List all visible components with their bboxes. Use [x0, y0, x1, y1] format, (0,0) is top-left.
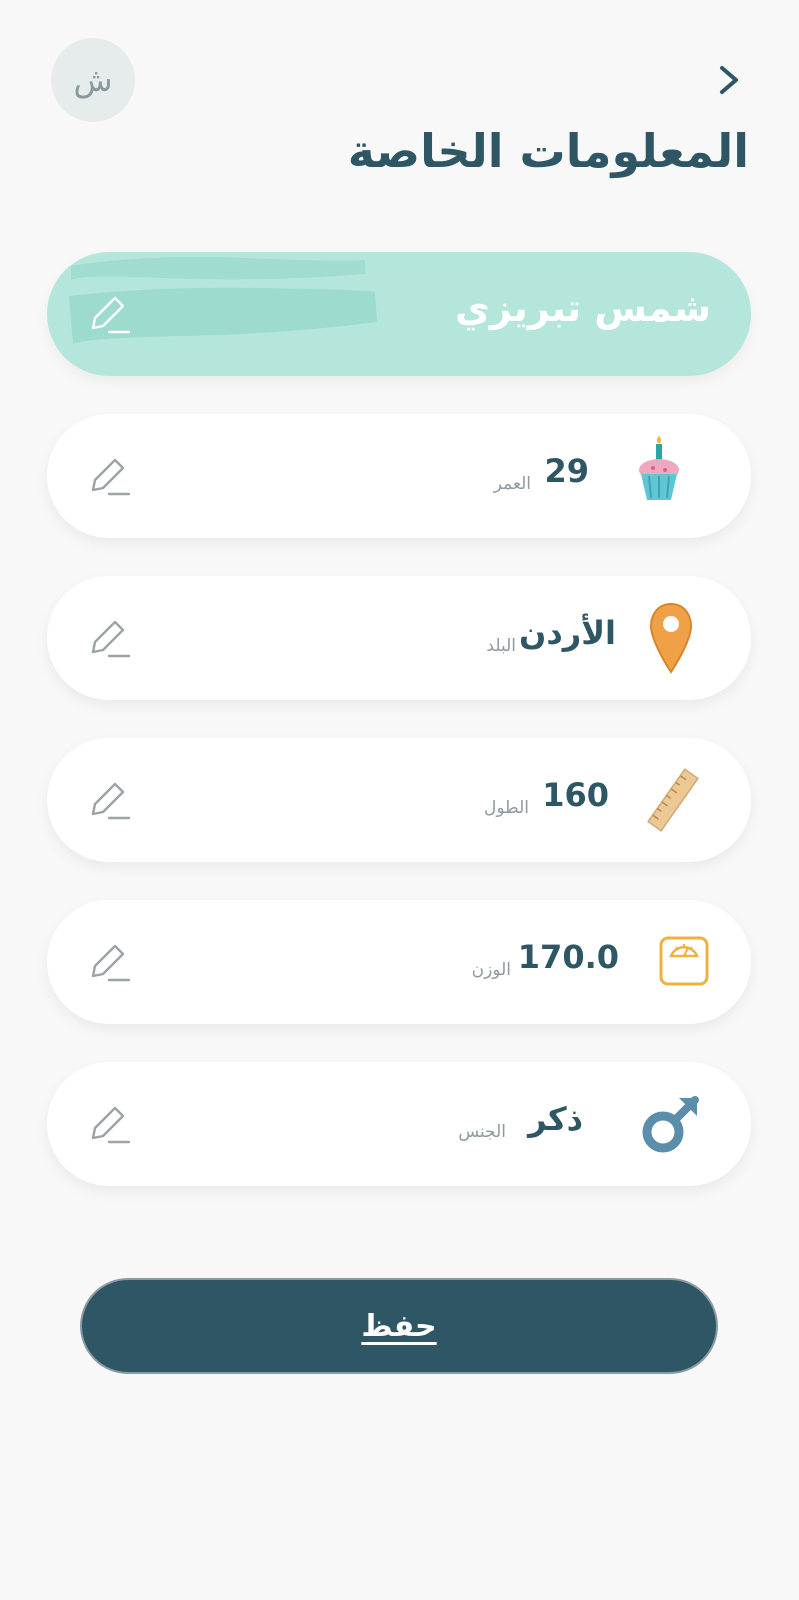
height-card[interactable]: الطول 160: [47, 738, 751, 862]
country-value: الأردن: [519, 614, 616, 652]
profile-name: شمس تبريزي: [455, 286, 711, 330]
avatar[interactable]: ش: [51, 38, 135, 122]
edit-gender-icon[interactable]: [83, 1100, 133, 1150]
edit-height-icon[interactable]: [83, 776, 133, 826]
height-value: 160: [542, 776, 609, 814]
country-card[interactable]: البلد الأردن: [47, 576, 751, 700]
scale-icon: [659, 936, 709, 986]
edit-age-icon[interactable]: [83, 452, 133, 502]
edit-country-icon[interactable]: [83, 614, 133, 664]
male-icon: [642, 1096, 699, 1153]
edit-name-icon[interactable]: [83, 290, 133, 340]
gender-value: ذكر: [528, 1100, 583, 1138]
weight-label: الوزن: [471, 960, 511, 980]
page-title: المعلومات الخاصة: [347, 124, 749, 178]
height-label: الطول: [484, 798, 529, 818]
ruler-icon: [647, 768, 699, 832]
age-value: 29: [544, 452, 589, 490]
age-label: العمر: [493, 474, 531, 494]
weight-card[interactable]: الوزن 170.0: [47, 900, 751, 1024]
age-card[interactable]: العمر 29: [47, 414, 751, 538]
weight-value: 170.0: [517, 938, 619, 976]
location-pin-icon: [649, 602, 693, 674]
gender-card[interactable]: الجنس ذكر: [47, 1062, 751, 1186]
country-label: البلد: [486, 636, 516, 656]
avatar-initial: ش: [73, 61, 113, 99]
name-card[interactable]: شمس تبريزي: [47, 252, 751, 376]
gender-label: الجنس: [458, 1122, 506, 1142]
back-chevron-icon[interactable]: [712, 62, 748, 98]
cupcake-icon: [639, 436, 679, 500]
save-button[interactable]: حفظ: [80, 1278, 718, 1374]
edit-weight-icon[interactable]: [83, 938, 133, 988]
